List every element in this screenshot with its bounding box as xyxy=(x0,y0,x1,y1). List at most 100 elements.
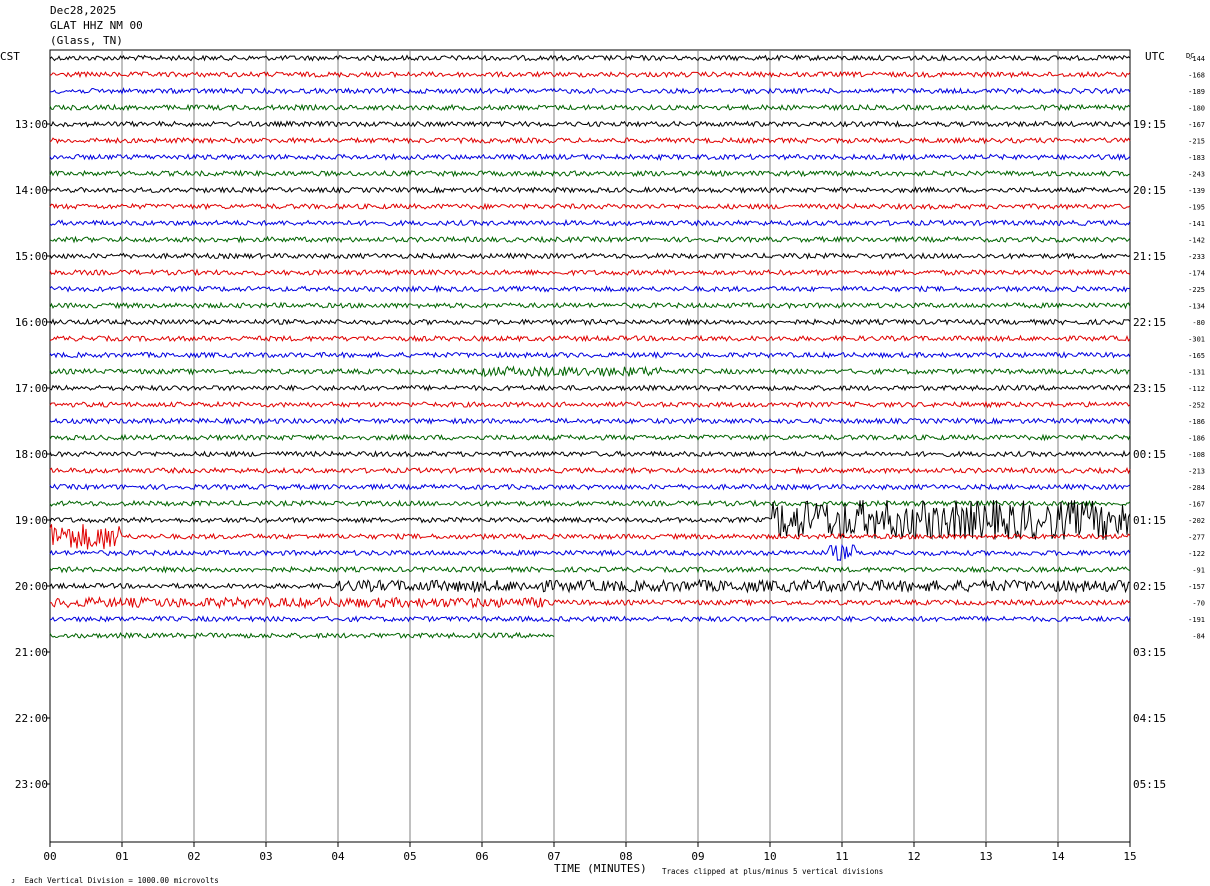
trace-line xyxy=(49,466,1131,475)
hour-label-right: 19:15 xyxy=(1133,118,1166,131)
trace-line xyxy=(49,417,1131,425)
x-tick-label: 01 xyxy=(115,850,128,863)
trace-line xyxy=(49,565,1131,574)
dc-offset-label: -174 xyxy=(1188,270,1205,278)
dc-offset-label: -191 xyxy=(1188,616,1205,624)
trace-line xyxy=(49,365,1131,378)
hour-label-left: 23:00 xyxy=(15,778,48,791)
dc-offset-label: -215 xyxy=(1188,138,1205,146)
trace-line xyxy=(49,218,1131,227)
dc-offset-label: -225 xyxy=(1188,286,1205,294)
dc-offset-label: -144 xyxy=(1188,55,1205,63)
dc-offset-label: -70 xyxy=(1192,600,1205,608)
trace-line xyxy=(49,153,1131,162)
hour-label-right: 21:15 xyxy=(1133,250,1166,263)
dc-offset-label: -180 xyxy=(1188,105,1205,113)
dc-offset-label: -195 xyxy=(1188,204,1205,212)
dc-offset-label: -202 xyxy=(1188,517,1205,525)
hour-label-right: 01:15 xyxy=(1133,514,1166,527)
dc-offset-label: -252 xyxy=(1188,402,1205,410)
footer-vertical-division: Each Vertical Division = 1000.00 microvo… xyxy=(24,876,219,885)
trace-line xyxy=(49,334,1131,343)
trace-line xyxy=(50,595,1131,610)
trace-line xyxy=(49,433,1131,442)
trace-line xyxy=(49,543,1131,561)
hour-label-left: 14:00 xyxy=(15,184,48,197)
dc-offset-label: -108 xyxy=(1188,451,1205,459)
x-tick-label: 02 xyxy=(187,850,200,863)
x-tick-label: 09 xyxy=(691,850,704,863)
trace-line xyxy=(49,53,1131,62)
x-tick-label: 12 xyxy=(907,850,920,863)
trace-line xyxy=(49,449,1131,458)
hour-label-right: 00:15 xyxy=(1133,448,1166,461)
helicorder-chart: 00 01 02 03 04 05 06 07 08 09 10 11 12 13 14 1513:00 19:… xyxy=(15,49,1205,863)
hour-label-left: 22:00 xyxy=(15,712,48,725)
footer-scale-note: ᴊ Each Vertical Division = 1000.00 micro… xyxy=(2,867,219,886)
dc-offset-label: -186 xyxy=(1188,418,1205,426)
trace-line xyxy=(49,70,1131,79)
trace-line xyxy=(49,87,1131,95)
hour-label-right: 03:15 xyxy=(1133,646,1166,659)
trace-line xyxy=(49,186,1131,194)
dc-offset-label: -84 xyxy=(1192,633,1205,641)
trace-line xyxy=(49,284,1131,294)
dc-offset-label: -243 xyxy=(1188,171,1205,179)
hour-label-left: 16:00 xyxy=(15,316,48,329)
dc-offset-label: -277 xyxy=(1188,534,1205,542)
trace-line xyxy=(49,252,1131,260)
x-axis-title: TIME (MINUTES) xyxy=(554,862,647,875)
hour-label-left: 18:00 xyxy=(15,448,48,461)
dc-offset-label: -284 xyxy=(1188,484,1205,492)
trace-line xyxy=(49,268,1131,277)
trace-line xyxy=(49,301,1131,310)
dc-offset-label: -183 xyxy=(1188,154,1205,162)
trace-line xyxy=(49,631,555,640)
dc-offset-label: -139 xyxy=(1188,187,1205,195)
dc-offset-label: -80 xyxy=(1192,319,1205,327)
trace-line xyxy=(49,202,1131,211)
dc-offset-label: -91 xyxy=(1192,567,1205,575)
trace-line xyxy=(49,615,1131,623)
dc-offset-label: -167 xyxy=(1188,121,1205,129)
dc-offset-label: -233 xyxy=(1188,253,1205,261)
dc-offset-label: -186 xyxy=(1188,435,1205,443)
x-tick-label: 15 xyxy=(1123,850,1136,863)
dc-offset-label: -122 xyxy=(1188,550,1205,558)
dc-offset-label: -131 xyxy=(1188,369,1205,377)
hour-label-right: 20:15 xyxy=(1133,184,1166,197)
x-tick-label: 00 xyxy=(43,850,56,863)
dc-offset-label: -157 xyxy=(1188,583,1205,591)
footer-clip-note: Traces clipped at plus/minus 5 vertical … xyxy=(662,867,884,876)
x-tick-label: 13 xyxy=(979,850,992,863)
trace-line xyxy=(49,103,1131,112)
x-tick-label: 04 xyxy=(331,850,345,863)
hour-label-right: 23:15 xyxy=(1133,382,1166,395)
trace-line xyxy=(49,317,1131,327)
x-tick-label: 11 xyxy=(835,850,848,863)
dc-offset-label: -165 xyxy=(1188,352,1205,360)
dc-offset-label: -167 xyxy=(1188,501,1205,509)
dc-offset-label: -141 xyxy=(1188,220,1205,228)
hour-label-left: 21:00 xyxy=(15,646,48,659)
dc-offset-label: -142 xyxy=(1188,237,1205,245)
trace-line xyxy=(49,136,1131,145)
dc-offset-label: -112 xyxy=(1188,385,1205,393)
trace-line xyxy=(49,499,1131,540)
hour-label-right: 02:15 xyxy=(1133,580,1166,593)
hour-label-left: 19:00 xyxy=(15,514,48,527)
hour-label-left: 20:00 xyxy=(15,580,48,593)
dc-offset-label: -168 xyxy=(1188,72,1205,80)
hour-label-left: 15:00 xyxy=(15,250,48,263)
hour-label-right: 05:15 xyxy=(1133,778,1166,791)
dc-offset-label: -134 xyxy=(1188,303,1205,311)
hour-label-right: 22:15 xyxy=(1133,316,1166,329)
hour-label-right: 04:15 xyxy=(1133,712,1166,725)
x-tick-label: 05 xyxy=(403,850,416,863)
dc-offset-label: -301 xyxy=(1188,336,1205,344)
trace-line xyxy=(49,169,1131,178)
footer-mark-icon: ᴊ xyxy=(11,876,16,885)
trace-line xyxy=(49,499,1131,508)
hour-label-left: 17:00 xyxy=(15,382,48,395)
trace-line xyxy=(49,483,1131,491)
